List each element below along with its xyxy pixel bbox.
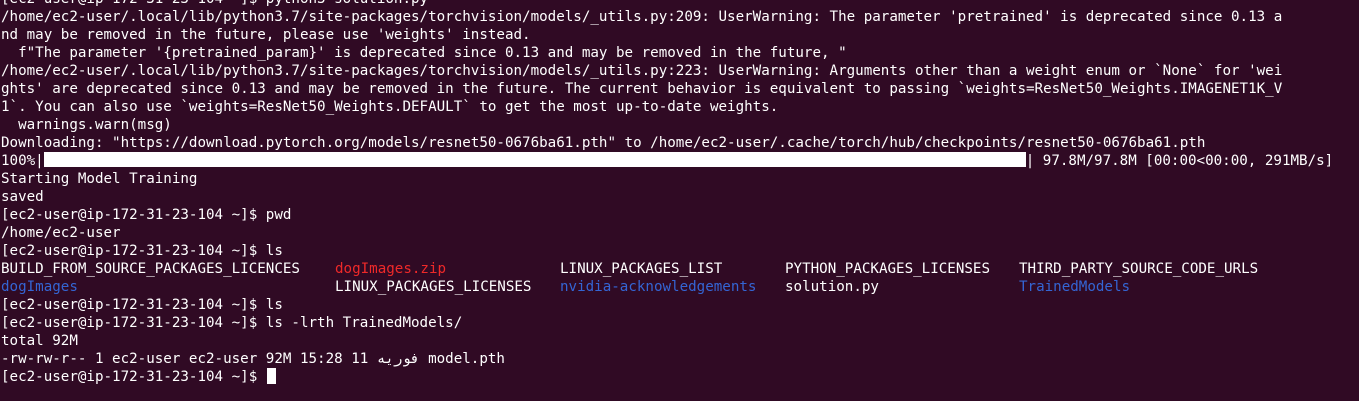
ls-entry-file: BUILD_FROM_SOURCE_PACKAGES_LICENCES (1, 261, 300, 277)
output-line: /home/ec2-user (1, 225, 121, 241)
output-line: [ec2-user@ip-172-31-23-104 ~]$ python3 s… (1, 0, 1359, 8)
ls-entry-file: THIRD_PARTY_SOURCE_CODE_URLS (1019, 261, 1259, 277)
output-line: f"The parameter '{pretrained_param}' is … (1, 45, 847, 61)
ls-output-row: dogImages LINUX_PACKAGES_LICENSES nvidia-a… (1, 278, 1359, 296)
output-line: [ec2-user@ip-172-31-23-104 ~]$ ls (1, 297, 283, 313)
download-progress-line: 100%| | 97.8M/97.8M [00:00<00:00, 291MB/s… (1, 152, 1359, 170)
output-line: [ec2-user@ip-172-31-23-104 ~]$ ls (1, 243, 283, 259)
output-line: ghts' are deprecated since 0.13 and may … (1, 81, 1283, 97)
ls-output-row: BUILD_FROM_SOURCE_PACKAGES_LICENCES dogIm… (1, 260, 1359, 278)
ls-entry-file: LINUX_PACKAGES_LICENSES (335, 279, 532, 295)
ls-entry-file: LINUX_PACKAGES_LIST (560, 261, 723, 277)
ls-entry-directory: dogImages (1, 279, 78, 295)
terminal-window[interactable]: [ec2-user@ip-172-31-23-104 ~]$ python3 s… (0, 0, 1359, 401)
output-line: [ec2-user@ip-172-31-23-104 ~]$ pwd (1, 207, 292, 223)
output-line: warnings.warn(msg) (1, 117, 172, 133)
progress-suffix: | 97.8M/97.8M [00:00<00:00, 291MB/s] (1025, 153, 1334, 169)
output-line: /home/ec2-user/.local/lib/python3.7/site… (1, 9, 1283, 25)
ls-entry-directory: TrainedModels (1019, 279, 1131, 295)
ls-entry-file: solution.py (785, 279, 879, 295)
output-line: -rw-rw-r-- 1 ec2-user ec2-user 92M 15:28… (1, 351, 505, 367)
command-prompt-line[interactable]: [ec2-user@ip-172-31-23-104 ~]$ (1, 368, 1359, 386)
output-line: Downloading: "https://download.pytorch.o… (1, 135, 1206, 151)
output-line: 1`. You can also use `weights=ResNet50_W… (1, 99, 779, 115)
output-line: saved (1, 189, 44, 205)
output-line: nd may be removed in the future, please … (1, 27, 531, 43)
output-line: [ec2-user@ip-172-31-23-104 ~]$ ls -lrth … (1, 315, 463, 331)
ls-entry-directory: nvidia-acknowledgements (560, 279, 757, 295)
output-line: total 92M (1, 333, 78, 349)
progress-prefix: 100%| (1, 153, 44, 169)
progress-bar-fill (43, 152, 1026, 167)
shell-prompt: [ec2-user@ip-172-31-23-104 ~]$ (1, 369, 266, 385)
ls-entry-archive: dogImages.zip (335, 261, 447, 277)
download-progress-bar (43, 152, 1026, 167)
output-line: /home/ec2-user/.local/lib/python3.7/site… (1, 63, 1283, 79)
text-cursor[interactable] (266, 368, 276, 384)
ls-entry-file: PYTHON_PACKAGES_LICENSES (785, 261, 990, 277)
output-line: Starting Model Training (1, 171, 198, 187)
